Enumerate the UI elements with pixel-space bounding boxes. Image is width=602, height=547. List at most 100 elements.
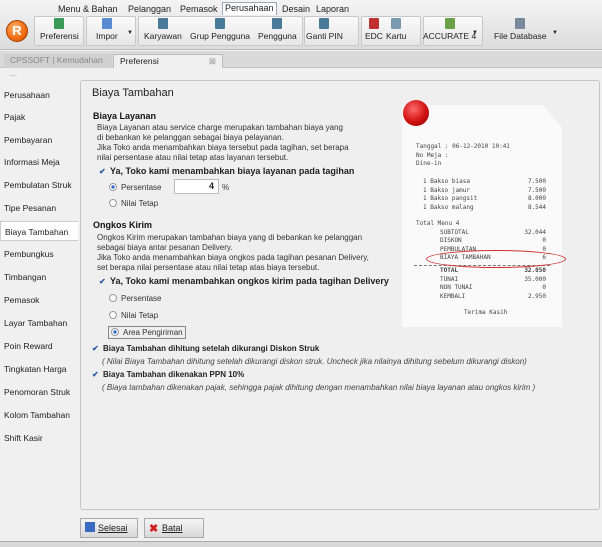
app-logo-button[interactable]: R (6, 20, 28, 42)
diskon-struk-checkbox[interactable]: ✔ Biaya Tambahan dihitung setelah dikuran… (92, 344, 319, 353)
kartu-button[interactable]: Kartu (386, 18, 406, 41)
file-database-label: File Database (494, 31, 547, 41)
ganti-pin-button[interactable]: Ganti PIN (306, 18, 343, 41)
biaya-layanan-checkbox[interactable]: ✔ Ya, Toko kami menambahkan biaya layanan… (99, 166, 354, 176)
ongkos-kirim-description: Ongkos Kirim merupakan tambahan biaya ya… (97, 233, 369, 272)
file-database-button[interactable]: File Database (494, 18, 546, 41)
checkmark-icon: ✔ (92, 370, 99, 379)
cancel-icon: ✖ (149, 523, 159, 535)
close-tab-icon[interactable]: ⊠ (209, 55, 216, 68)
accurate-button[interactable]: ACCURATE 4 (423, 18, 476, 41)
grup-pengguna-label: Grup Pengguna (190, 31, 251, 41)
sidebar-item-perusahaan[interactable]: Perusahaan (0, 85, 78, 105)
preferensi-label: Preferensi (40, 31, 79, 41)
sidebar-item-shift-kasir[interactable]: Shift Kasir (0, 428, 78, 448)
sidebar-item-penomoran-struk[interactable]: Penomoran Struk (0, 382, 78, 402)
sidebar-item-pembungkus[interactable]: Pembungkus (0, 244, 78, 264)
accurate-icon (444, 18, 455, 29)
pushpin-icon (403, 100, 429, 126)
sidebar-item-pajak[interactable]: Pajak (0, 107, 78, 127)
highlight-ellipse (426, 250, 566, 268)
status-bar (0, 541, 602, 547)
page-title: Biaya Tambahan (92, 87, 174, 99)
sidebar-item-timbangan[interactable]: Timbangan (0, 267, 78, 287)
persentase-label: Persentase (121, 183, 162, 192)
sidebar-item-tipe-pesanan[interactable]: Tipe Pesanan (0, 198, 78, 218)
impor-button[interactable]: Impor (96, 18, 118, 41)
ongkos-kirim-checkbox-label: Ya, Toko kami menambahkan ongkos kirim p… (110, 276, 389, 286)
checkmark-icon: ✔ (99, 277, 106, 286)
menu-menu-bahan[interactable]: Menu & Bahan (58, 4, 118, 14)
sidebar: Perusahaan Pajak Pembayaran Informasi Me… (0, 80, 78, 512)
users-icon (215, 18, 226, 29)
ppn-note: ( Biaya tambahan dikenakan pajak, sehing… (102, 383, 536, 392)
pengguna-button[interactable]: Pengguna (258, 18, 297, 41)
nilai-tetap-label: Nilai Tetap (121, 311, 159, 320)
edc-button[interactable]: EDC (365, 18, 383, 41)
menu-laporan[interactable]: Laporan (316, 4, 349, 14)
tab-preferensi-label: Preferensi (120, 56, 159, 66)
diskon-struk-label: Biaya Tambahan dihitung setelah dikurang… (103, 344, 320, 353)
grup-pengguna-button[interactable]: Grup Pengguna (190, 18, 250, 41)
sidebar-item-pemasok[interactable]: Pemasok (0, 290, 78, 310)
sidebar-item-informasi-meja[interactable]: Informasi Meja (0, 152, 78, 172)
preferences-icon (54, 18, 65, 29)
accurate-label: ACCURATE 4 (423, 31, 477, 41)
receipt-illustration: Tanggal : 06-12-2010 10:41 No Meja : Din… (402, 105, 562, 327)
biaya-layanan-checkbox-label: Ya, Toko kami menambahkan biaya layanan … (110, 166, 355, 176)
tab-preferensi[interactable]: Preferensi ⊠ (113, 54, 223, 68)
ppn-label: Biaya Tambahan dikenakan PPN 10% (103, 370, 245, 379)
diskon-struk-note: ( Nilai Biaya Tambahan dihitung setelah … (102, 357, 527, 366)
menu-desain[interactable]: Desain (282, 4, 310, 14)
sidebar-item-layar-tambahan[interactable]: Layar Tambahan (0, 313, 78, 333)
ongkos-kirim-checkbox[interactable]: ✔ Ya, Toko kami menambahkan ongkos kirim … (99, 276, 389, 286)
sidebar-item-biaya-tambahan[interactable]: Biaya Tambahan (0, 221, 78, 241)
database-icon (515, 18, 526, 29)
pengguna-label: Pengguna (258, 31, 297, 41)
layanan-nilai-tetap-radio[interactable]: Nilai Tetap (109, 199, 158, 208)
karyawan-label: Karyawan (144, 31, 182, 41)
selesai-button[interactable]: Selesai (80, 518, 138, 538)
menu-perusahaan[interactable]: Perusahaan (222, 2, 277, 15)
checkmark-icon: ✔ (92, 344, 99, 353)
edc-label: EDC (365, 31, 383, 41)
sidebar-item-poin-reward[interactable]: Poin Reward (0, 336, 78, 356)
impor-dropdown-icon[interactable]: ▼ (127, 30, 133, 36)
sidebar-item-kolom-tambahan[interactable]: Kolom Tambahan (0, 405, 78, 425)
preferensi-button[interactable]: Preferensi (40, 18, 79, 41)
persentase-input[interactable]: 4 (174, 179, 219, 194)
kirim-area-pengiriman-radio[interactable]: Area Pengiriman (108, 326, 186, 339)
user-icon (272, 18, 283, 29)
menu-pelanggan[interactable]: Pelanggan (128, 4, 171, 14)
persentase-label: Persentase (121, 294, 162, 303)
karyawan-button[interactable]: Karyawan (144, 18, 182, 41)
key-icon (319, 18, 330, 29)
kartu-label: Kartu (386, 31, 407, 41)
file-database-dropdown-icon[interactable]: ▼ (552, 30, 558, 36)
area-pengiriman-label: Area Pengiriman (123, 328, 183, 337)
import-icon (101, 18, 112, 29)
impor-label: Impor (96, 31, 118, 41)
batal-button[interactable]: ✖ Batal (144, 518, 204, 538)
percent-unit: % (222, 183, 230, 192)
layanan-persentase-radio[interactable]: Persentase (109, 183, 161, 192)
ppn-checkbox[interactable]: ✔ Biaya Tambahan dikenakan PPN 10% (92, 370, 244, 379)
card-icon (391, 18, 402, 29)
sidebar-item-tingkatan-harga[interactable]: Tingkatan Harga (0, 359, 78, 379)
batal-label: Batal (162, 523, 183, 533)
ongkos-kirim-heading: Ongkos Kirim (93, 220, 153, 230)
sidebar-item-pembayaran[interactable]: Pembayaran (0, 130, 78, 150)
biaya-layanan-heading: Biaya Layanan (93, 111, 157, 121)
biaya-layanan-description: Biaya Layanan atau service charge merupa… (97, 123, 349, 162)
selesai-label: Selesai (98, 523, 128, 533)
sidebar-item-pembulatan-struk[interactable]: Pembulatan Struk (0, 175, 78, 195)
checkmark-icon: ✔ (99, 167, 106, 176)
kirim-persentase-radio[interactable]: Persentase (109, 294, 161, 303)
menu-pemasok[interactable]: Pemasok (180, 4, 218, 14)
tab-cpssoft[interactable]: CPSSOFT | Kemudahan ... (4, 54, 112, 78)
kirim-nilai-tetap-radio[interactable]: Nilai Tetap (109, 311, 158, 320)
accurate-dropdown-icon[interactable]: ▼ (472, 30, 478, 36)
users-icon (157, 18, 168, 29)
nilai-tetap-label: Nilai Tetap (121, 199, 159, 208)
save-icon (85, 522, 95, 532)
